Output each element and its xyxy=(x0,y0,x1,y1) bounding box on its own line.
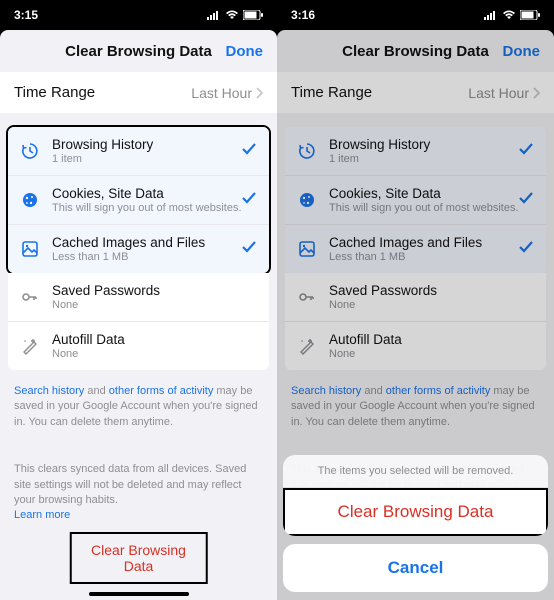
option-row[interactable]: Browsing History1 item xyxy=(8,127,269,175)
option-title: Cached Images and Files xyxy=(52,235,205,250)
status-time: 3:16 xyxy=(291,8,315,22)
checkmark-icon xyxy=(241,190,257,211)
option-title: Saved Passwords xyxy=(52,283,160,298)
clear-browsing-data-button[interactable]: Clear Browsing Data xyxy=(69,532,208,584)
wifi-icon xyxy=(502,10,516,20)
learn-more-link[interactable]: Learn more xyxy=(14,509,70,521)
plain-options-list: Saved PasswordsNoneAutofill DataNone xyxy=(8,273,269,370)
signal-icon xyxy=(484,10,498,20)
option-subtitle: None xyxy=(52,299,160,311)
status-indicators xyxy=(484,10,540,20)
time-range-value: Last Hour xyxy=(191,85,263,101)
option-subtitle: None xyxy=(52,348,125,360)
header: Clear Browsing Data Done xyxy=(0,30,277,72)
wifi-icon xyxy=(225,10,239,20)
action-sheet: The items you selected will be removed. … xyxy=(283,455,548,600)
statusbar: 3:16 xyxy=(277,0,554,30)
screen: Clear Browsing Data Done Time Range Last… xyxy=(277,30,554,600)
checkmark-icon xyxy=(241,239,257,260)
search-history-link[interactable]: Search history xyxy=(14,385,84,397)
other-activity-link[interactable]: other forms of activity xyxy=(109,385,214,397)
option-subtitle: 1 item xyxy=(52,153,153,165)
option-title: Autofill Data xyxy=(52,332,125,347)
checkmark-icon xyxy=(241,141,257,162)
info-text-2: This clears synced data from all devices… xyxy=(0,448,277,524)
option-row[interactable]: Cached Images and FilesLess than 1 MB xyxy=(8,224,269,273)
time-range-row[interactable]: Time Range Last Hour xyxy=(0,72,277,113)
done-button[interactable]: Done xyxy=(226,43,264,60)
chevron-right-icon xyxy=(256,87,263,99)
home-indicator xyxy=(89,592,189,596)
option-row[interactable]: Autofill DataNone xyxy=(8,321,269,370)
signal-icon xyxy=(207,10,221,20)
screen: Clear Browsing Data Done Time Range Last… xyxy=(0,30,277,600)
sheet-clear-button[interactable]: Clear Browsing Data xyxy=(283,488,548,536)
clear-options-list: Browsing History1 itemCookies, Site Data… xyxy=(8,127,269,273)
battery-icon xyxy=(520,10,540,20)
option-title: Cookies, Site Data xyxy=(52,186,242,201)
autofill-icon xyxy=(20,336,40,356)
option-subtitle: This will sign you out of most websites. xyxy=(52,202,242,214)
phone-right: 3:16 Clear Browsing Data Done Time Range… xyxy=(277,0,554,600)
status-time: 3:15 xyxy=(14,8,38,22)
sheet-cancel-button[interactable]: Cancel xyxy=(283,544,548,592)
phone-left: 3:15 Clear Browsing Data Done Time Range… xyxy=(0,0,277,600)
statusbar: 3:15 xyxy=(0,0,277,30)
option-row[interactable]: Cookies, Site DataThis will sign you out… xyxy=(8,175,269,224)
history-icon xyxy=(20,141,40,161)
option-row[interactable]: Saved PasswordsNone xyxy=(8,273,269,321)
battery-icon xyxy=(243,10,263,20)
status-indicators xyxy=(207,10,263,20)
cache-icon xyxy=(20,239,40,259)
sheet-message: The items you selected will be removed. xyxy=(283,455,548,488)
cookie-icon xyxy=(20,190,40,210)
option-title: Browsing History xyxy=(52,137,153,152)
option-subtitle: Less than 1 MB xyxy=(52,251,205,263)
page-title: Clear Browsing Data xyxy=(65,43,212,60)
time-range-label: Time Range xyxy=(14,84,95,101)
key-icon xyxy=(20,287,40,307)
info-text-1: Search history and other forms of activi… xyxy=(0,370,277,430)
